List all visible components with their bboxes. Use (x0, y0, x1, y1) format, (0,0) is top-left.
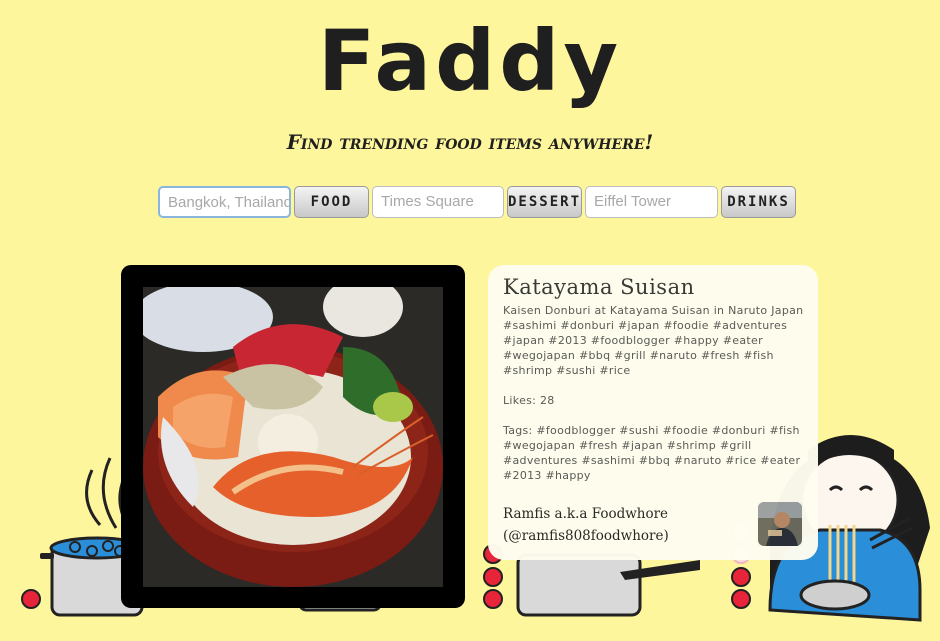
dessert-location-input[interactable]: Times Square (372, 186, 504, 218)
tag-list: Tags: #foodblogger #sushi #foodie #donbu… (503, 424, 801, 482)
result-card: Katayama Suisan Kaisen Donburi at Kataya… (488, 265, 818, 560)
stove-knob-icon (21, 589, 41, 609)
likes-count: Likes: 28 (503, 394, 555, 407)
food-search-button[interactable]: FOOD (294, 186, 369, 218)
app-title: Faddy (317, 12, 623, 110)
food-location-input[interactable]: Bangkok, Thailand (158, 186, 291, 218)
post-caption: Kaisen Donburi at Katayama Suisan in Nar… (503, 304, 804, 377)
drinks-search-button[interactable]: DRINKS (721, 186, 796, 218)
author-handle: (@ramfis808foodwhore) (503, 528, 669, 544)
author[interactable]: Ramfis a.k.a Foodwhore (@ramfis808foodwh… (503, 503, 733, 547)
food-photo[interactable] (143, 287, 443, 587)
drinks-location-input[interactable]: Eiffel Tower (585, 186, 718, 218)
tagline: Find trending food items anywhere! (286, 130, 654, 154)
dessert-search-button[interactable]: DESSERT (507, 186, 582, 218)
restaurant-name[interactable]: Katayama Suisan (503, 275, 804, 299)
author-name: Ramfis a.k.a Foodwhore (503, 506, 669, 522)
avatar[interactable] (758, 502, 802, 546)
